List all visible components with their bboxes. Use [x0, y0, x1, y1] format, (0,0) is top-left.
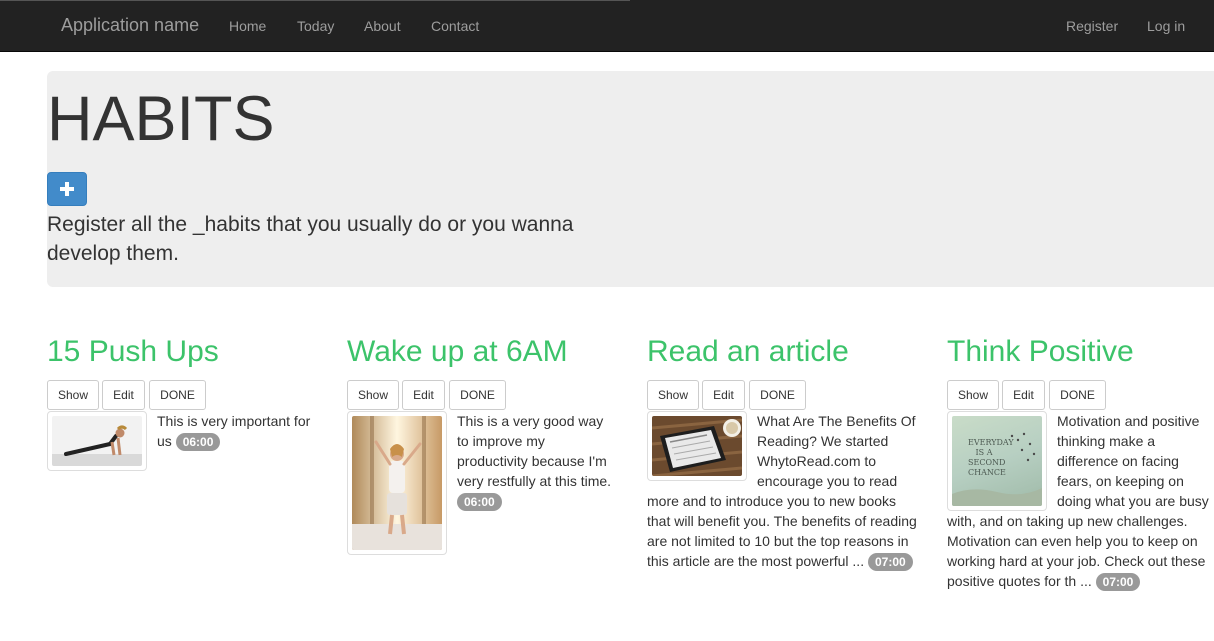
habit-title: Think Positive: [947, 335, 1134, 368]
nav-link-about[interactable]: About: [364, 18, 401, 34]
edit-button[interactable]: Edit: [1002, 380, 1045, 410]
page-title: HABITS: [47, 84, 275, 154]
habit-thumbnail: [347, 411, 447, 555]
done-button[interactable]: DONE: [749, 380, 806, 410]
show-button[interactable]: Show: [347, 380, 399, 410]
habit-thumbnail: EVERYDAY IS A SECOND CHANCE: [947, 411, 1047, 511]
habit-card: 15 Push Ups Show Edit DONE This is very …: [47, 335, 337, 471]
navbar-accent-line: [0, 0, 630, 1]
show-button[interactable]: Show: [47, 380, 99, 410]
done-button[interactable]: DONE: [1049, 380, 1106, 410]
habit-body: What Are The Benefits Of Reading? We sta…: [647, 411, 917, 571]
morning-stretch-photo: [352, 416, 442, 550]
nav-link-register[interactable]: Register: [1066, 18, 1118, 34]
habit-description: This is a very good way to improve my pr…: [457, 413, 612, 489]
habit-title: Wake up at 6AM: [347, 335, 568, 368]
image-caption: EVERYDAY IS A SECOND CHANCE: [968, 438, 1014, 477]
page-description: Register all the _habits that you usuall…: [47, 213, 574, 266]
time-badge: 07:00: [867, 553, 913, 571]
nav-link-login[interactable]: Log in: [1147, 18, 1185, 34]
show-button[interactable]: Show: [647, 380, 699, 410]
brand-link[interactable]: Application name: [61, 15, 199, 36]
habit-body: This is a very good way to improve my pr…: [347, 411, 617, 555]
habit-card: Wake up at 6AM Show Edit DONE This is a …: [347, 335, 637, 555]
time-badge: 06:00: [457, 493, 502, 511]
edit-button[interactable]: Edit: [402, 380, 445, 410]
tablet-reading-photo: [652, 416, 742, 476]
edit-button[interactable]: Edit: [102, 380, 145, 410]
push-up-photo: [52, 416, 142, 466]
jumbotron: HABITS Register all the _habits that you…: [47, 71, 1214, 287]
navbar: Application name Home Today About Contac…: [0, 0, 1214, 52]
add-habit-button[interactable]: [47, 172, 87, 206]
habit-title: Read an article: [647, 335, 849, 368]
habit-thumbnail: [47, 411, 147, 471]
nav-link-contact[interactable]: Contact: [431, 18, 479, 34]
plus-icon: [60, 182, 74, 196]
habit-card: Read an article Show Edit DONE What Are …: [647, 335, 937, 571]
nav-link-home[interactable]: Home: [229, 18, 266, 34]
edit-button[interactable]: Edit: [702, 380, 745, 410]
done-button[interactable]: DONE: [449, 380, 506, 410]
done-button[interactable]: DONE: [149, 380, 206, 410]
time-badge: 06:00: [175, 433, 221, 451]
habit-body: EVERYDAY IS A SECOND CHANCE Motivation a…: [947, 411, 1214, 591]
habit-card: Think Positive Show Edit DONE EVERYDAY I…: [947, 335, 1214, 591]
motivational-quote-photo: EVERYDAY IS A SECOND CHANCE: [952, 416, 1042, 506]
habit-body: This is very important for us 06:00: [47, 411, 317, 471]
habit-title: 15 Push Ups: [47, 335, 219, 368]
nav-link-today[interactable]: Today: [297, 18, 334, 34]
habit-thumbnail: [647, 411, 747, 481]
time-badge: 07:00: [1095, 573, 1141, 591]
show-button[interactable]: Show: [947, 380, 999, 410]
